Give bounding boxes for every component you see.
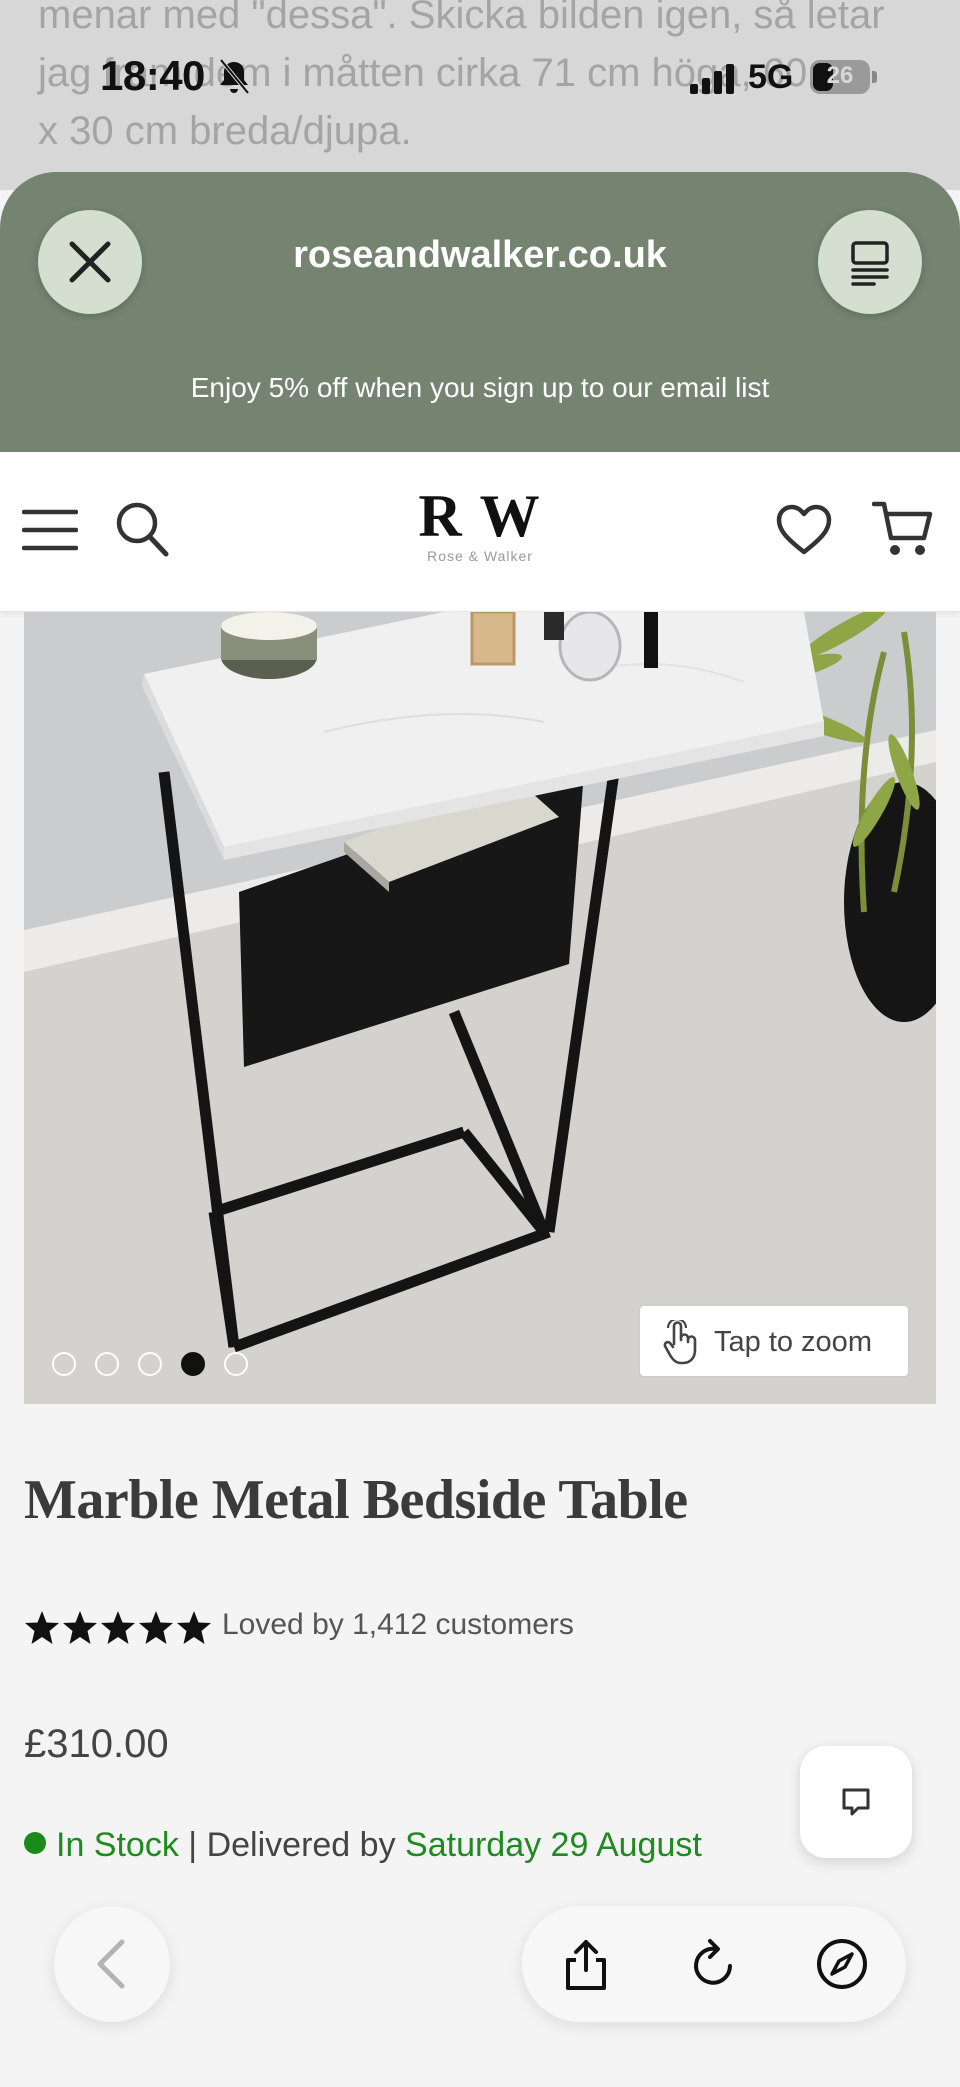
back-button[interactable] bbox=[54, 1906, 170, 2022]
status-time: 18:40 bbox=[100, 52, 205, 99]
share-icon[interactable] bbox=[558, 1936, 614, 1992]
battery-icon: 26 bbox=[810, 60, 878, 94]
carousel-dot-5[interactable] bbox=[224, 1352, 248, 1376]
close-button[interactable] bbox=[38, 210, 142, 314]
bedside-table-photo bbox=[24, 612, 936, 1404]
compass-icon[interactable] bbox=[814, 1936, 870, 1992]
reader-mode-button[interactable] bbox=[818, 210, 922, 314]
browser-sheet-header: roseandwalker.co.uk Enjoy 5% off when yo… bbox=[0, 172, 960, 452]
stock-separator: | bbox=[188, 1826, 198, 1864]
stock-delivery-row: In Stock | Delivered by Saturday 29 Augu… bbox=[24, 1826, 702, 1865]
search-icon[interactable] bbox=[114, 500, 170, 558]
cart-icon[interactable] bbox=[872, 498, 934, 560]
hand-tap-icon bbox=[663, 1320, 697, 1365]
browser-toolbar bbox=[522, 1906, 906, 2022]
carousel-dot-2[interactable] bbox=[95, 1352, 119, 1376]
carousel-dot-1[interactable] bbox=[52, 1352, 76, 1376]
status-bar: 18:40 5G 26 bbox=[0, 0, 960, 160]
in-stock-dot-icon bbox=[24, 1832, 46, 1854]
product-price: £310.00 bbox=[24, 1722, 169, 1766]
stock-status: In Stock bbox=[56, 1826, 179, 1864]
rose-walker-logo[interactable]: R W Rose & Walker bbox=[400, 482, 560, 582]
chevron-left-icon bbox=[97, 1939, 125, 1989]
network-type: 5G bbox=[748, 58, 794, 96]
logo-subtitle: Rose & Walker bbox=[427, 548, 533, 564]
logo-mark: R W bbox=[418, 483, 542, 549]
chat-bubble-icon bbox=[842, 1788, 870, 1816]
carousel-dot-3[interactable] bbox=[138, 1352, 162, 1376]
site-header: R W Rose & Walker bbox=[0, 452, 960, 612]
delivery-date: Saturday 29 August bbox=[405, 1826, 702, 1864]
product-title: Marble Metal Bedside Table bbox=[24, 1469, 688, 1531]
delivery-prefix: Delivered by bbox=[206, 1826, 396, 1864]
product-image[interactable]: Tap to zoom bbox=[24, 612, 936, 1404]
domain-label[interactable]: roseandwalker.co.uk bbox=[180, 234, 780, 277]
carousel-dot-4[interactable] bbox=[181, 1352, 205, 1376]
rating-text: Loved by 1,412 customers bbox=[222, 1608, 574, 1641]
tap-to-zoom-button[interactable]: Tap to zoom bbox=[638, 1304, 910, 1378]
chat-button[interactable] bbox=[800, 1746, 912, 1858]
promo-banner-text[interactable]: Enjoy 5% off when you sign up to our ema… bbox=[0, 372, 960, 404]
bell-muted-icon bbox=[219, 58, 250, 95]
cellular-signal-icon bbox=[690, 64, 734, 94]
reload-icon[interactable] bbox=[686, 1936, 742, 1992]
zoom-label: Tap to zoom bbox=[714, 1326, 872, 1358]
battery-level: 26 bbox=[826, 62, 854, 89]
five-star-rating-icon bbox=[25, 1611, 211, 1644]
close-icon bbox=[69, 241, 111, 283]
reader-mode-icon bbox=[851, 241, 889, 286]
hamburger-menu-icon[interactable] bbox=[22, 508, 78, 552]
wishlist-heart-icon[interactable] bbox=[776, 504, 832, 556]
